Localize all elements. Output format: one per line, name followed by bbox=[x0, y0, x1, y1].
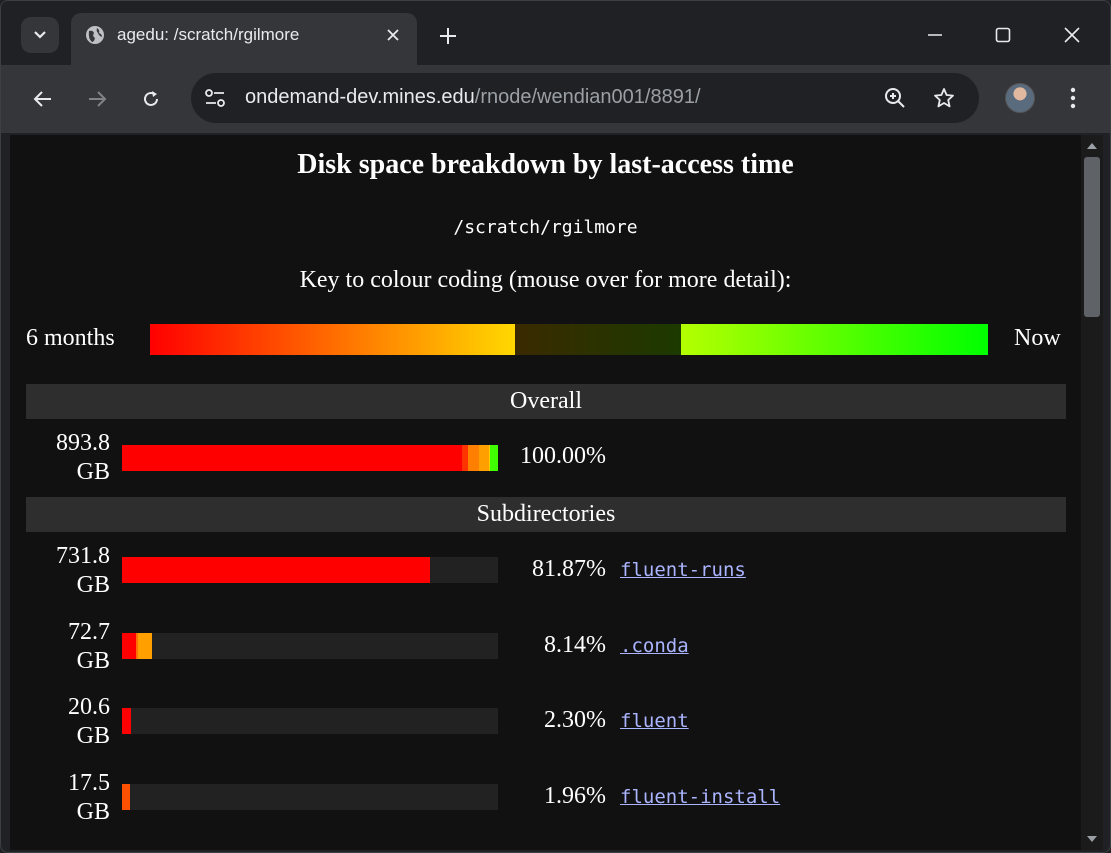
subdir-size: 731.8 GB bbox=[26, 542, 110, 600]
close-tab-icon[interactable] bbox=[383, 25, 403, 45]
zoom-icon[interactable] bbox=[881, 84, 909, 112]
subdir-usage-bar[interactable] bbox=[122, 784, 498, 810]
overall-usage-bar[interactable] bbox=[122, 445, 498, 471]
vertical-scrollbar[interactable] bbox=[1081, 135, 1103, 850]
address-bar[interactable]: ondemand-dev.mines.edu/rnode/wendian001/… bbox=[191, 73, 979, 123]
subdir-size-unit: GB bbox=[76, 648, 110, 674]
globe-icon bbox=[86, 26, 104, 44]
browser-toolbar: ondemand-dev.mines.edu/rnode/wendian001/… bbox=[1, 65, 1110, 133]
scroll-up-icon[interactable] bbox=[1087, 143, 1097, 149]
subdir-percent: 81.87% bbox=[532, 556, 606, 582]
tab-search-button[interactable] bbox=[21, 17, 59, 53]
subdir-usage-bar[interactable] bbox=[122, 633, 498, 659]
directory-path: /scratch/rgilmore bbox=[453, 217, 638, 238]
usage-segment bbox=[467, 445, 480, 471]
subdir-size-unit: GB bbox=[76, 723, 110, 749]
subdir-link[interactable]: .conda bbox=[620, 635, 689, 657]
subdir-link[interactable]: fluent-install bbox=[620, 786, 780, 808]
colour-key-bar[interactable] bbox=[150, 324, 988, 355]
subdir-size-unit: GB bbox=[76, 572, 110, 598]
usage-segment bbox=[137, 633, 153, 659]
subdir-size: 72.7 GB bbox=[26, 618, 110, 676]
url-host: ondemand-dev.mines.edu bbox=[245, 86, 475, 108]
usage-segment bbox=[122, 557, 430, 583]
key-newest-label: Now bbox=[1014, 325, 1061, 351]
profile-avatar[interactable] bbox=[1005, 83, 1035, 113]
usage-segment bbox=[122, 445, 462, 471]
close-window-icon[interactable] bbox=[1054, 19, 1090, 51]
subdir-size-value: 731.8 bbox=[56, 543, 110, 569]
subdir-size: 17.5 GB bbox=[26, 769, 110, 827]
reload-icon[interactable] bbox=[135, 83, 167, 115]
scrollbar-thumb[interactable] bbox=[1084, 157, 1100, 317]
key-segment[interactable] bbox=[681, 324, 988, 355]
chevron-down-icon bbox=[34, 31, 46, 39]
subdir-size-value: 20.6 bbox=[68, 694, 110, 720]
subdir-percent: 1.96% bbox=[544, 783, 606, 809]
back-arrow-icon[interactable] bbox=[27, 83, 59, 115]
bookmark-star-icon[interactable] bbox=[930, 84, 958, 112]
colour-key-caption: Key to colour coding (mouse over for mor… bbox=[299, 267, 792, 293]
subdirectories-heading: Subdirectories bbox=[26, 497, 1066, 532]
browser-window: agedu: /scratch/rgilmore ondemand-dev.mi… bbox=[0, 0, 1111, 853]
scroll-down-icon[interactable] bbox=[1087, 836, 1097, 842]
overall-size-unit: GB bbox=[76, 459, 110, 485]
overall-percent: 100.00% bbox=[520, 443, 606, 469]
kebab-menu-icon[interactable] bbox=[1059, 83, 1087, 113]
url-path: /rnode/wendian001/8891/ bbox=[474, 86, 701, 108]
tab-title: agedu: /scratch/rgilmore bbox=[117, 25, 300, 44]
url-text[interactable]: ondemand-dev.mines.edu/rnode/wendian001/… bbox=[245, 86, 701, 109]
new-tab-icon[interactable] bbox=[433, 21, 463, 51]
key-segment[interactable] bbox=[515, 324, 682, 355]
subdir-size-value: 72.7 bbox=[68, 619, 110, 645]
active-tab[interactable]: agedu: /scratch/rgilmore bbox=[71, 13, 417, 65]
minimize-icon[interactable] bbox=[917, 19, 953, 51]
page-viewport: Disk space breakdown by last-access time… bbox=[10, 135, 1081, 850]
tab-strip: agedu: /scratch/rgilmore bbox=[1, 1, 1110, 65]
key-oldest-label: 6 months bbox=[26, 325, 115, 351]
usage-segment bbox=[122, 633, 136, 659]
subdir-percent: 8.14% bbox=[544, 632, 606, 658]
subdir-link[interactable]: fluent bbox=[620, 710, 689, 732]
page-title: Disk space breakdown by last-access time bbox=[297, 149, 794, 180]
forward-arrow-icon[interactable] bbox=[81, 83, 113, 115]
subdir-size: 20.6 GB bbox=[26, 693, 110, 751]
subdir-usage-bar[interactable] bbox=[122, 708, 498, 734]
overall-size-value: 893.8 bbox=[56, 430, 110, 456]
subdir-percent: 2.30% bbox=[544, 707, 606, 733]
subdir-link[interactable]: fluent-runs bbox=[620, 559, 746, 581]
overall-heading: Overall bbox=[26, 384, 1066, 419]
usage-segment bbox=[122, 708, 131, 734]
subdir-usage-bar[interactable] bbox=[122, 557, 498, 583]
key-segment[interactable] bbox=[150, 324, 516, 355]
overall-size: 893.8 GB bbox=[26, 429, 110, 487]
usage-segment bbox=[122, 784, 130, 810]
site-settings-icon[interactable] bbox=[201, 84, 229, 112]
subdir-size-unit: GB bbox=[76, 799, 110, 825]
maximize-icon[interactable] bbox=[985, 19, 1021, 51]
subdir-size-value: 17.5 bbox=[68, 770, 110, 796]
